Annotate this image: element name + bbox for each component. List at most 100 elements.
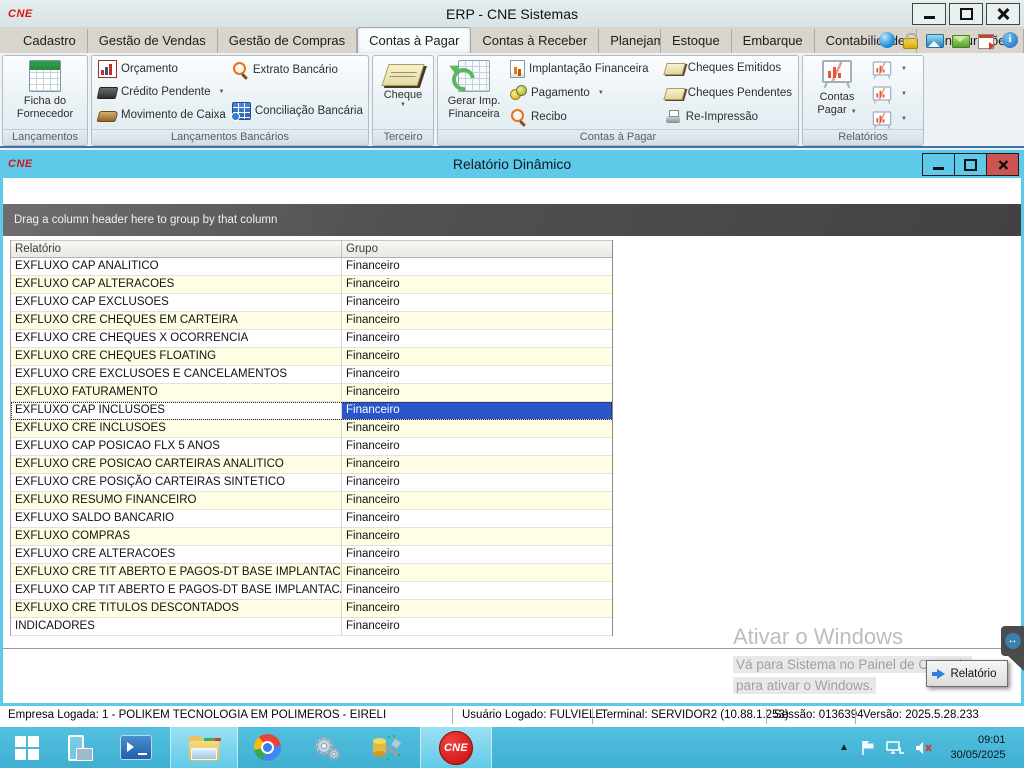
cell-grupo[interactable]: Financeiro [342, 348, 612, 365]
table-row[interactable]: EXFLUXO CAP ANALITICOFinanceiro [11, 258, 612, 276]
dialog-maximize-button[interactable] [954, 153, 987, 176]
globe-icon[interactable] [879, 32, 895, 48]
maximize-button[interactable] [949, 3, 983, 25]
cell-grupo[interactable]: Financeiro [342, 510, 612, 527]
mail-icon[interactable] [952, 35, 970, 48]
cell-grupo[interactable]: Financeiro [342, 258, 612, 275]
tray-expand-button[interactable]: ▲ [834, 727, 854, 768]
cell-relatorio[interactable]: EXFLUXO FATURAMENTO [11, 384, 342, 401]
lock-icon[interactable] [903, 38, 918, 49]
dialog-minimize-button[interactable] [922, 153, 955, 176]
table-row[interactable]: EXFLUXO CRE INCLUSOESFinanceiro [11, 420, 612, 438]
calendar-icon[interactable] [978, 34, 994, 49]
table-row[interactable]: EXFLUXO CRE CHEQUES EM CARTEIRAFinanceir… [11, 312, 612, 330]
orcamento-button[interactable]: Orçamento [95, 58, 229, 79]
cheques-emitidos-button[interactable]: Cheques Emitidos [662, 58, 795, 78]
ficha-do-fornecedor-button[interactable]: Ficha do Fornecedor [17, 58, 73, 127]
table-row[interactable]: EXFLUXO CRE POSICAO CARTEIRAS ANALITICOF… [11, 456, 612, 474]
column-header-grupo[interactable]: Grupo [342, 241, 612, 257]
gerar-imp-financeira-button[interactable]: Gerar Imp. Financeira [441, 58, 507, 127]
re-impressao-button[interactable]: Re-Impressão [662, 107, 795, 127]
conciliacao-bancaria-button[interactable]: Conciliação Bancária [229, 100, 366, 121]
table-row[interactable]: EXFLUXO CAP ALTERACOESFinanceiro [11, 276, 612, 294]
cell-relatorio[interactable]: EXFLUXO CAP ALTERACOES [11, 276, 342, 293]
cell-grupo[interactable]: Financeiro [342, 618, 612, 635]
cell-relatorio[interactable]: EXFLUXO CRE CHEQUES FLOATING [11, 348, 342, 365]
tray-network[interactable] [882, 727, 908, 768]
report-dropdown-button-3[interactable] [868, 110, 910, 127]
cell-relatorio[interactable]: EXFLUXO RESUMO FINANCEIRO [11, 492, 342, 509]
column-header-relatorio[interactable]: Relatório [11, 241, 342, 257]
tray-clock[interactable]: 09:01 30/05/2025 [938, 727, 1018, 768]
cell-grupo[interactable]: Financeiro [342, 330, 612, 347]
cell-relatorio[interactable]: EXFLUXO CAP POSICAO FLX 5 ANOS [11, 438, 342, 455]
table-row[interactable]: INDICADORESFinanceiro [11, 618, 612, 636]
cell-grupo[interactable]: Financeiro [342, 528, 612, 545]
taskbar-settings[interactable] [298, 727, 354, 768]
menu-tab[interactable]: Gestão de Vendas [88, 29, 218, 53]
cell-grupo[interactable]: Financeiro [342, 564, 612, 581]
cell-grupo[interactable]: Financeiro [342, 546, 612, 563]
info-icon[interactable] [1002, 32, 1018, 48]
menu-tab[interactable]: Estoque [661, 29, 732, 53]
menu-tab[interactable]: Gestão de Compras [218, 29, 357, 53]
cell-grupo[interactable]: Financeiro [342, 276, 612, 293]
table-row[interactable]: EXFLUXO RESUMO FINANCEIROFinanceiro [11, 492, 612, 510]
table-row[interactable]: EXFLUXO CAP POSICAO FLX 5 ANOSFinanceiro [11, 438, 612, 456]
cell-relatorio[interactable]: EXFLUXO CRE TIT ABERTO E PAGOS-DT BASE I… [11, 564, 342, 581]
movimento-de-caixa-button[interactable]: Movimento de Caixa [95, 104, 229, 125]
minimize-button[interactable] [912, 3, 946, 25]
cell-grupo[interactable]: Financeiro [342, 384, 612, 401]
menu-tab[interactable]: Embarque [732, 29, 815, 53]
report-dropdown-button-1[interactable] [868, 60, 910, 77]
cell-grupo[interactable]: Financeiro [342, 402, 612, 419]
cell-relatorio[interactable]: EXFLUXO CAP TIT ABERTO E PAGOS-DT BASE I… [11, 582, 342, 599]
relatorio-button[interactable]: Relatório [926, 660, 1008, 687]
cell-grupo[interactable]: Financeiro [342, 492, 612, 509]
cell-relatorio[interactable]: EXFLUXO CRE POSIÇÃO CARTEIRAS SINTETICO [11, 474, 342, 491]
image-icon[interactable] [926, 34, 944, 48]
group-by-panel[interactable]: Drag a column header here to group by th… [3, 204, 1021, 236]
cell-grupo[interactable]: Financeiro [342, 438, 612, 455]
table-row[interactable]: EXFLUXO CAP TIT ABERTO E PAGOS-DT BASE I… [11, 582, 612, 600]
cell-grupo[interactable]: Financeiro [342, 456, 612, 473]
cell-relatorio[interactable]: EXFLUXO CAP EXCLUSOES [11, 294, 342, 311]
start-button[interactable] [0, 727, 54, 768]
pagamento-button[interactable]: Pagamento [507, 82, 662, 103]
taskbar-chrome[interactable] [240, 727, 294, 768]
table-row[interactable]: EXFLUXO CAP INCLUSOESFinanceiro [11, 402, 612, 420]
table-row[interactable]: EXFLUXO CRE POSIÇÃO CARTEIRAS SINTETICOF… [11, 474, 612, 492]
menu-tab[interactable]: Contas à Receber [471, 29, 599, 53]
table-row[interactable]: EXFLUXO SALDO BANCARIOFinanceiro [11, 510, 612, 528]
taskbar-server-manager[interactable] [56, 727, 102, 768]
taskbar-powershell[interactable] [110, 727, 162, 768]
menu-tab[interactable]: Contas à Pagar [357, 27, 471, 53]
cell-relatorio[interactable]: EXFLUXO CRE TITULOS DESCONTADOS [11, 600, 342, 617]
report-dropdown-button-2[interactable] [868, 85, 910, 102]
close-button[interactable] [986, 3, 1020, 25]
menu-tab[interactable]: Cadastro [12, 29, 88, 53]
cell-grupo[interactable]: Financeiro [342, 294, 612, 311]
cell-relatorio[interactable]: EXFLUXO CRE CHEQUES X OCORRENCIA [11, 330, 342, 347]
cheques-pendentes-button[interactable]: Cheques Pendentes [662, 83, 795, 103]
implantacao-financeira-button[interactable]: Implantação Financeira [507, 58, 662, 79]
remote-control-side-tab[interactable]: ↔ [1001, 626, 1024, 656]
cell-grupo[interactable]: Financeiro [342, 600, 612, 617]
cell-grupo[interactable]: Financeiro [342, 312, 612, 329]
tray-action-center[interactable] [856, 727, 880, 768]
table-row[interactable]: EXFLUXO CAP EXCLUSOESFinanceiro [11, 294, 612, 312]
cell-relatorio[interactable]: EXFLUXO CRE INCLUSOES [11, 420, 342, 437]
table-row[interactable]: EXFLUXO CRE ALTERACOESFinanceiro [11, 546, 612, 564]
cell-relatorio[interactable]: EXFLUXO SALDO BANCARIO [11, 510, 342, 527]
tray-volume[interactable] [910, 727, 936, 768]
taskbar-cne-erp[interactable]: CNE [420, 727, 492, 768]
cell-relatorio[interactable]: EXFLUXO CRE POSICAO CARTEIRAS ANALITICO [11, 456, 342, 473]
cell-relatorio[interactable]: EXFLUXO CRE CHEQUES EM CARTEIRA [11, 312, 342, 329]
cell-grupo[interactable]: Financeiro [342, 582, 612, 599]
credito-pendente-button[interactable]: Crédito Pendente [95, 81, 229, 102]
recibo-button[interactable]: Recibo [507, 106, 662, 127]
cell-relatorio[interactable]: EXFLUXO CRE ALTERACOES [11, 546, 342, 563]
extrato-bancario-button[interactable]: Extrato Bancário [229, 59, 366, 80]
taskbar-database-tools[interactable] [358, 727, 414, 768]
cell-grupo[interactable]: Financeiro [342, 366, 612, 383]
